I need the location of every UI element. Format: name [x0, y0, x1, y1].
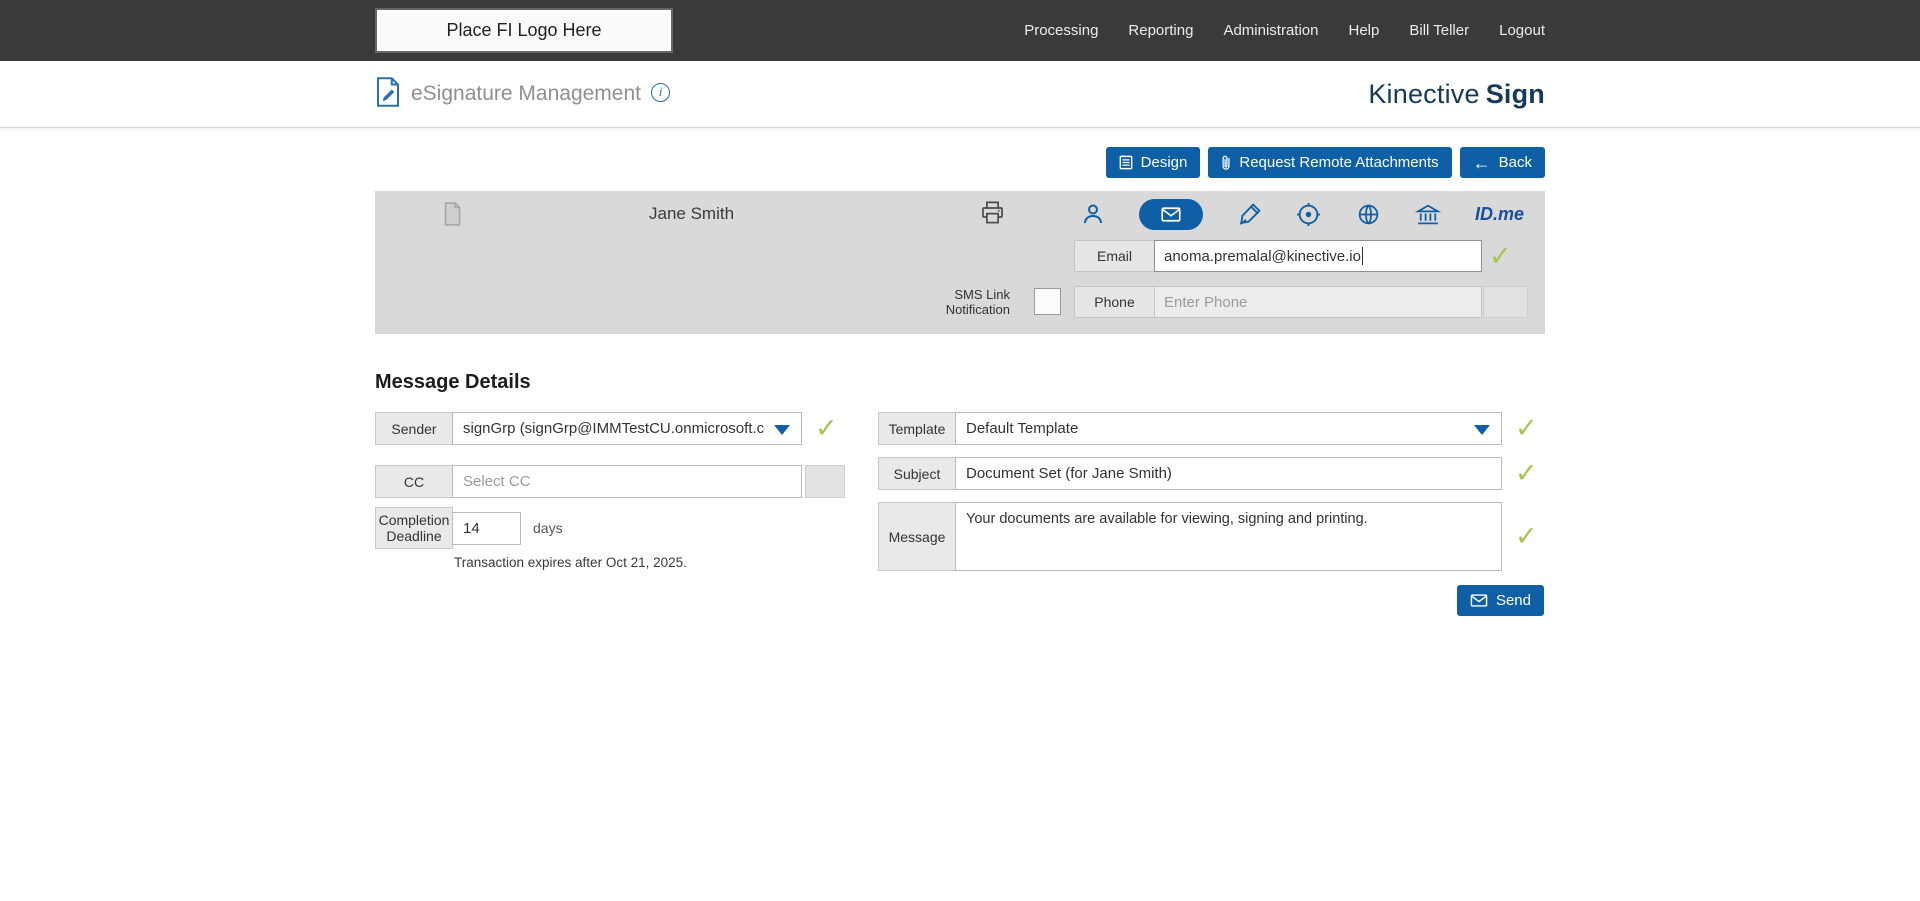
top-navbar: Place FI Logo Here Processing Reporting … [0, 0, 1920, 61]
document-set-icon [441, 201, 463, 232]
subject-valid-check: ✓ [1515, 460, 1538, 487]
sender-value: signGrp (signGrp@IMMTestCU.onmicrosoft.c… [463, 420, 765, 437]
phone-disabled-box [1483, 286, 1528, 318]
sender-row: Sender signGrp (signGrp@IMMTestCU.onmicr… [375, 412, 845, 445]
send-button-label: Send [1496, 592, 1531, 609]
globe-signature-icon[interactable] [1356, 202, 1381, 227]
back-button-label: Back [1499, 154, 1532, 171]
phone-label: Phone [1074, 286, 1155, 318]
nav-item-reporting[interactable]: Reporting [1128, 22, 1193, 39]
recipient-name: Jane Smith [649, 191, 734, 236]
fi-logo-text: Place FI Logo Here [446, 20, 601, 41]
subject-row: Subject Document Set (for Jane Smith) ✓ [878, 457, 1544, 490]
template-label: Template [878, 412, 956, 445]
send-row: Send [878, 585, 1544, 616]
email-valid-check: ✓ [1489, 240, 1512, 272]
idme-logo[interactable]: ID.me [1475, 204, 1524, 225]
subject-label: Subject [878, 457, 956, 490]
page-header: eSignature Management i KinectiveSign [0, 61, 1920, 128]
message-valid-check: ✓ [1515, 523, 1538, 550]
target-icon[interactable] [1296, 202, 1321, 227]
send-button[interactable]: Send [1457, 585, 1544, 616]
message-value: Your documents are available for viewing… [966, 510, 1368, 528]
template-row: Template Default Template ✓ [878, 412, 1544, 445]
message-details-right-column: Template Default Template ✓ Subject Docu… [878, 412, 1544, 616]
back-button[interactable]: ← Back [1460, 147, 1545, 178]
message-row: Message Your documents are available for… [878, 502, 1544, 571]
cc-row: CC [375, 465, 845, 498]
completion-deadline-label: Completion Deadline [375, 507, 453, 549]
message-details-title: Message Details [375, 371, 1545, 394]
design-button[interactable]: Design [1106, 147, 1201, 178]
completion-deadline-input[interactable] [452, 512, 521, 545]
recipient-panel: Jane Smith [375, 191, 1545, 334]
request-remote-attachments-label: Request Remote Attachments [1239, 154, 1438, 171]
recipient-user-icon[interactable] [1081, 201, 1105, 227]
message-textarea[interactable]: Your documents are available for viewing… [955, 502, 1502, 571]
bank-branch-icon[interactable] [1415, 202, 1441, 227]
cc-input[interactable] [452, 465, 802, 498]
nav-item-administration[interactable]: Administration [1223, 22, 1318, 39]
printer-icon[interactable] [979, 199, 1006, 231]
main-nav: Processing Reporting Administration Help… [1024, 22, 1545, 39]
fi-logo-placeholder: Place FI Logo Here [375, 8, 673, 53]
design-button-label: Design [1141, 154, 1188, 171]
template-dropdown[interactable]: Default Template [955, 412, 1502, 445]
brand-name: Kinective [1368, 79, 1479, 109]
sender-valid-check: ✓ [815, 415, 838, 442]
message-label: Message [878, 502, 956, 571]
email-label: Email [1074, 240, 1155, 272]
send-envelope-icon [1470, 594, 1488, 607]
delivery-method-row: ID.me [1081, 198, 1524, 230]
transaction-expiry-note: Transaction expires after Oct 21, 2025. [454, 555, 845, 570]
completion-deadline-row: Completion Deadline days [375, 507, 845, 549]
email-input[interactable]: anoma.premalal@kinective.io [1154, 240, 1482, 272]
subject-value: Document Set (for Jane Smith) [966, 465, 1172, 482]
nav-item-logout[interactable]: Logout [1499, 22, 1545, 39]
esignature-pen-icon[interactable] [1237, 202, 1262, 227]
text-cursor [1362, 247, 1363, 265]
info-icon[interactable]: i [651, 83, 670, 102]
nav-item-processing[interactable]: Processing [1024, 22, 1098, 39]
esignature-document-icon [375, 77, 401, 112]
sender-label: Sender [375, 412, 453, 445]
request-remote-attachments-button[interactable]: Request Remote Attachments [1208, 147, 1451, 178]
chevron-down-icon [1474, 425, 1490, 435]
sender-dropdown[interactable]: signGrp (signGrp@IMMTestCU.onmicrosoft.c… [452, 412, 802, 445]
chevron-down-icon [774, 425, 790, 435]
kinective-sign-logo: KinectiveSign [1368, 79, 1545, 110]
cc-label: CC [375, 465, 453, 498]
template-valid-check: ✓ [1515, 415, 1538, 442]
back-arrow-icon: ← [1473, 154, 1491, 172]
email-input-value: anoma.premalal@kinective.io [1164, 248, 1361, 265]
days-unit-label: days [533, 520, 563, 536]
brand-product: Sign [1486, 79, 1545, 109]
design-document-icon [1119, 155, 1133, 170]
message-details-form: Sender signGrp (signGrp@IMMTestCU.onmicr… [375, 412, 1545, 616]
email-delivery-icon-selected[interactable] [1139, 199, 1203, 230]
subject-input[interactable]: Document Set (for Jane Smith) [955, 457, 1502, 490]
sms-link-notification-checkbox[interactable] [1034, 288, 1061, 315]
nav-item-help[interactable]: Help [1349, 22, 1380, 39]
paperclip-icon [1221, 154, 1231, 171]
action-toolbar: Design Request Remote Attachments ← Back [375, 147, 1545, 178]
cc-disabled-box [805, 465, 845, 498]
template-value: Default Template [966, 420, 1078, 437]
main-content: Design Request Remote Attachments ← Back… [375, 147, 1545, 616]
nav-item-user-bill-teller[interactable]: Bill Teller [1409, 22, 1469, 39]
page-title: eSignature Management [411, 82, 641, 106]
check-icon: ✓ [1489, 243, 1512, 270]
sms-link-notification-label: SMS Link Notification [915, 287, 1010, 317]
message-details-left-column: Sender signGrp (signGrp@IMMTestCU.onmicr… [375, 412, 845, 570]
phone-input[interactable] [1154, 286, 1482, 318]
